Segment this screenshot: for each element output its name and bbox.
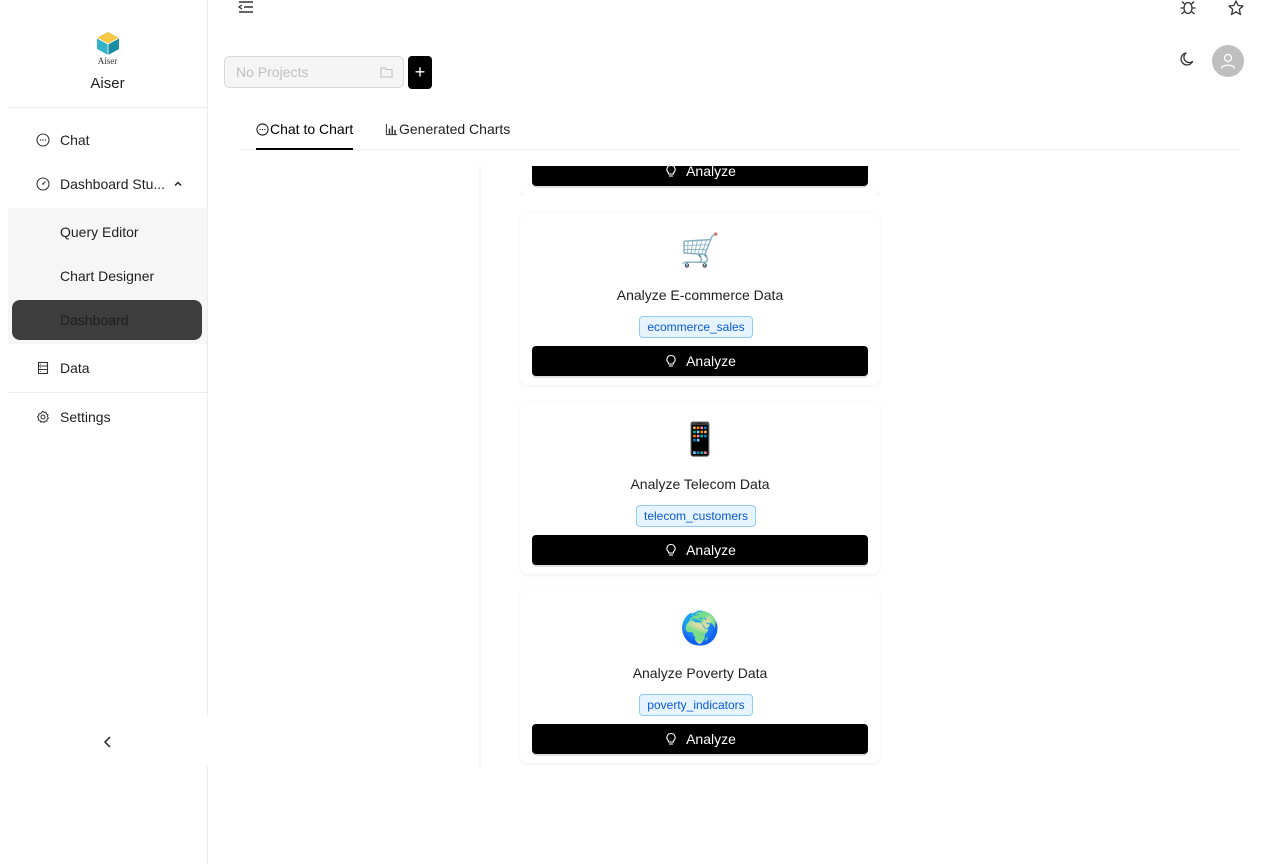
dataset-card-poverty: 🌍 Analyze Poverty Data poverty_indicator… xyxy=(520,591,880,763)
mobile-phone-icon: 📱 xyxy=(680,421,720,457)
logo-cube-icon xyxy=(96,32,120,55)
project-select[interactable]: No Projects xyxy=(224,56,404,88)
dataset-card-telecom: 📱 Analyze Telecom Data telecom_customers… xyxy=(520,402,880,574)
star-icon[interactable] xyxy=(1227,0,1245,16)
add-project-button[interactable]: + xyxy=(408,56,432,89)
dashboard-icon xyxy=(36,177,50,191)
dataset-card: Analyze xyxy=(520,163,880,196)
tab-label: Generated Charts xyxy=(399,121,511,137)
sidebar-item-chat[interactable]: Chat xyxy=(8,120,207,160)
analyze-button[interactable]: Analyze xyxy=(532,163,868,186)
shopping-cart-icon: 🛒 xyxy=(680,232,720,268)
card-title: Analyze Telecom Data xyxy=(630,476,770,492)
sidebar-item-dashboard-studio[interactable]: Dashboard Stu... xyxy=(8,164,207,204)
tab-bar: Chat to Chart Generated Charts xyxy=(240,108,1240,150)
chat-bubble-icon xyxy=(36,133,50,147)
sidebar-item-settings[interactable]: Settings xyxy=(8,397,207,437)
sidebar-item-label: Dashboard Stu... xyxy=(60,176,166,192)
sidebar-subitem-label: Dashboard xyxy=(60,312,129,328)
active-tab-indicator xyxy=(256,148,353,150)
logo-text: Aiser xyxy=(97,56,118,66)
analyze-button[interactable]: Analyze xyxy=(532,724,868,754)
sidebar-item-label: Chat xyxy=(60,132,90,148)
lightbulb-icon xyxy=(666,732,676,745)
analyze-button-label: Analyze xyxy=(686,163,736,179)
analyze-button[interactable]: Analyze xyxy=(532,535,868,565)
menu-fold-icon[interactable] xyxy=(237,0,255,14)
sidebar-subitem-chart-designer[interactable]: Chart Designer xyxy=(12,256,202,296)
dataset-tag: telecom_customers xyxy=(636,505,756,527)
folder-icon xyxy=(380,67,393,78)
lightbulb-icon xyxy=(666,166,676,177)
globe-icon: 🌍 xyxy=(680,610,720,646)
sidebar: Aiser Aiser Chat Dashboard Stu... Query … xyxy=(0,0,208,864)
collapse-sidebar-button[interactable] xyxy=(96,730,120,754)
sidebar-item-label: Data xyxy=(60,360,90,376)
bug-icon[interactable] xyxy=(1179,0,1197,16)
card-title: Analyze E-commerce Data xyxy=(616,287,784,303)
lightbulb-icon xyxy=(666,543,676,556)
database-icon xyxy=(36,361,50,375)
avatar[interactable] xyxy=(1212,45,1244,77)
sidebar-edge xyxy=(207,716,209,766)
sidebar-divider xyxy=(8,392,207,393)
sidebar-item-data[interactable]: Data xyxy=(8,348,207,388)
project-select-placeholder: No Projects xyxy=(236,64,309,80)
app-name: Aiser xyxy=(90,75,125,92)
moon-icon[interactable] xyxy=(1179,50,1197,68)
sidebar-subitem-label: Query Editor xyxy=(60,224,139,240)
chevron-up-icon xyxy=(174,181,182,187)
analyze-button-label: Analyze xyxy=(686,731,736,747)
sidebar-subitem-label: Chart Designer xyxy=(60,268,155,284)
analyze-button[interactable]: Analyze xyxy=(532,346,868,376)
lightbulb-icon xyxy=(666,354,676,367)
chevron-left-icon xyxy=(103,736,111,748)
sidebar-subitem-dashboard[interactable]: Dashboard xyxy=(12,300,202,340)
chat-bubble-icon xyxy=(256,122,269,136)
analyze-button-label: Analyze xyxy=(686,353,736,369)
tab-chat-to-chart[interactable]: Chat to Chart xyxy=(256,108,353,150)
dataset-tag: ecommerce_sales xyxy=(639,316,753,338)
sidebar-subitem-query-editor[interactable]: Query Editor xyxy=(12,212,202,252)
dataset-card-ecommerce: 🛒 Analyze E-commerce Data ecommerce_sale… xyxy=(520,213,880,385)
gear-icon xyxy=(36,410,50,424)
analyze-button-label: Analyze xyxy=(686,542,736,558)
content-divider xyxy=(479,166,481,766)
logo-area: Aiser Aiser xyxy=(8,8,207,108)
tab-label: Chat to Chart xyxy=(270,121,354,137)
dataset-tag: poverty_indicators xyxy=(639,694,753,716)
sidebar-item-label: Settings xyxy=(60,409,111,425)
user-icon xyxy=(1220,53,1236,69)
tab-generated-charts[interactable]: Generated Charts xyxy=(385,108,510,150)
bar-chart-icon xyxy=(385,123,398,135)
card-title: Analyze Poverty Data xyxy=(632,665,768,681)
